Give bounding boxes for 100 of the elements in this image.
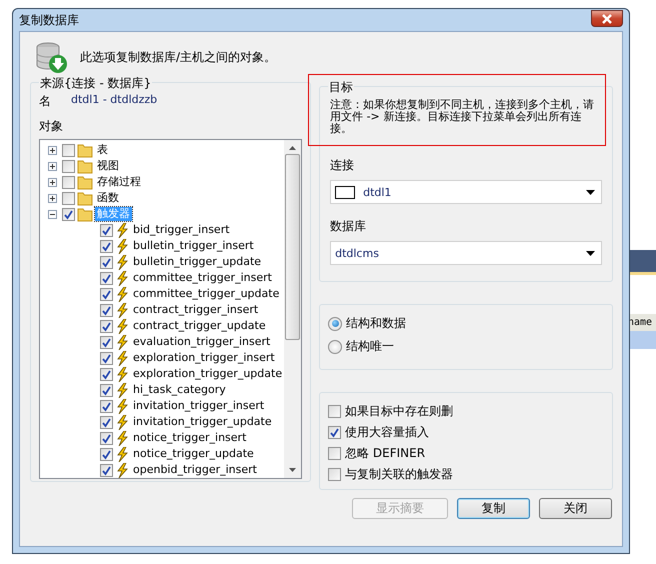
close-icon: [601, 14, 613, 24]
scroll-up-icon[interactable]: [289, 146, 296, 150]
tree-item[interactable]: bulletin_trigger_insert: [131, 239, 256, 253]
tree-item[interactable]: 视图: [95, 159, 121, 173]
database-label: 数据库: [330, 218, 368, 235]
checkbox-label: 与复制关联的触发器: [345, 466, 454, 483]
checkbox[interactable]: [328, 426, 342, 439]
objects-label: 对象: [39, 118, 64, 135]
checkbox[interactable]: [62, 144, 75, 156]
checkbox[interactable]: [100, 384, 113, 396]
checkbox[interactable]: [100, 336, 113, 348]
checkbox[interactable]: [100, 368, 113, 380]
checkbox[interactable]: [100, 416, 113, 428]
checkbox-label: 使用大容量插入: [345, 424, 430, 441]
expand-icon[interactable]: [48, 162, 57, 170]
folder-icon: [77, 174, 93, 190]
lightning-icon: [115, 238, 129, 254]
lightning-icon: [115, 366, 129, 382]
radio-button[interactable]: [328, 316, 342, 330]
tree-item[interactable]: 表: [95, 143, 110, 157]
tree-item[interactable]: exploration_trigger_insert: [131, 351, 277, 365]
tree-item[interactable]: notice_trigger_update: [131, 447, 256, 461]
folder-icon: [77, 142, 93, 158]
checkbox[interactable]: [100, 352, 113, 364]
lightning-icon: [115, 254, 129, 270]
scrollbar[interactable]: [284, 140, 302, 478]
group-title: 目标: [328, 79, 354, 96]
lightning-icon: [115, 302, 129, 318]
checkbox[interactable]: [100, 272, 113, 284]
lightning-icon: [115, 270, 129, 286]
folder-icon: [77, 206, 93, 222]
close-button[interactable]: [591, 10, 623, 27]
lightning-icon: [115, 318, 129, 334]
tree-item[interactable]: committee_trigger_insert: [131, 271, 274, 285]
description-text: 此选项复制数据库/主机之间的对象。: [80, 48, 276, 66]
lightning-icon: [115, 222, 129, 238]
lightning-icon: [115, 462, 129, 478]
lightning-icon: [115, 398, 129, 414]
checkbox[interactable]: [100, 240, 113, 252]
note-text: 注意：如果你想复制到不同主机，连接到多个主机，请用文件 -> 新连接。目标连接下拉菜单会列出所有连接。: [330, 99, 596, 135]
database-icon: [34, 40, 68, 74]
name-label: 名: [39, 93, 51, 110]
name-value: dtdl1 - dtdldzzb: [71, 93, 158, 108]
tree-item[interactable]: exploration_trigger_update: [131, 367, 284, 381]
lightning-icon: [115, 286, 129, 302]
tree-item[interactable]: bid_trigger_insert: [131, 223, 232, 237]
tree-item[interactable]: hi_task_category: [131, 383, 228, 397]
checkbox[interactable]: [100, 304, 113, 316]
checkbox[interactable]: [62, 160, 75, 172]
connection-swatch-icon: [335, 186, 356, 198]
checkbox[interactable]: [62, 192, 75, 204]
checkbox[interactable]: [100, 288, 113, 300]
database-dropdown[interactable]: dtdlcms: [330, 241, 602, 265]
checkbox[interactable]: [100, 400, 113, 412]
expand-icon[interactable]: [48, 146, 57, 154]
radio-label: 结构唯一: [346, 338, 394, 355]
window-title: 复制数据库: [19, 12, 79, 28]
checkbox[interactable]: [100, 464, 113, 476]
group-title: 来源{连接 - 数据库}: [39, 75, 152, 92]
tree-item[interactable]: evaluation_trigger_insert: [131, 335, 272, 349]
radio-button[interactable]: [328, 340, 342, 354]
checkbox[interactable]: [62, 176, 75, 188]
lightning-icon: [115, 350, 129, 366]
tree-item[interactable]: committee_trigger_update: [131, 287, 282, 301]
tree-item[interactable]: contract_trigger_insert: [131, 303, 260, 317]
checkbox[interactable]: [328, 447, 342, 460]
folder-icon: [77, 190, 93, 206]
tree-item[interactable]: openbid_trigger_insert: [131, 463, 259, 477]
scroll-down-icon[interactable]: [289, 468, 296, 472]
checkbox[interactable]: [328, 468, 342, 481]
tree-item[interactable]: bulletin_trigger_update: [131, 255, 264, 269]
lightning-icon: [115, 382, 129, 398]
collapse-icon[interactable]: [48, 210, 57, 218]
caret-icon: [586, 190, 596, 194]
radio-label: 结构和数据: [346, 315, 406, 332]
tree-item[interactable]: 存储过程: [95, 175, 143, 189]
lightning-icon: [115, 446, 129, 462]
tree-item[interactable]: 函数: [95, 191, 121, 205]
tree-item[interactable]: notice_trigger_insert: [131, 431, 248, 445]
tree-item[interactable]: invitation_trigger_insert: [131, 399, 266, 413]
expand-icon[interactable]: [48, 194, 57, 202]
tree-item[interactable]: invitation_trigger_update: [131, 415, 274, 429]
checkbox[interactable]: [328, 405, 342, 418]
connection-dropdown[interactable]: dtdl1: [330, 180, 602, 204]
checkbox[interactable]: [100, 224, 113, 236]
checkbox[interactable]: [100, 432, 113, 444]
expand-icon[interactable]: [48, 178, 57, 186]
checkbox[interactable]: [100, 448, 113, 460]
checkbox[interactable]: [100, 256, 113, 268]
lightning-icon: [115, 430, 129, 446]
folder-icon: [77, 158, 93, 174]
dialog-button[interactable]: 复制: [457, 498, 530, 519]
caret-icon: [586, 250, 596, 256]
checkbox-label: 如果目标中存在则删: [345, 403, 454, 420]
tree-item[interactable]: contract_trigger_update: [131, 319, 268, 333]
checkbox[interactable]: [62, 208, 75, 220]
checkbox-label: 忽略 DEFINER: [345, 445, 426, 462]
checkbox[interactable]: [100, 320, 113, 332]
lightning-icon: [115, 334, 129, 350]
dialog-button[interactable]: 关闭: [539, 498, 612, 519]
